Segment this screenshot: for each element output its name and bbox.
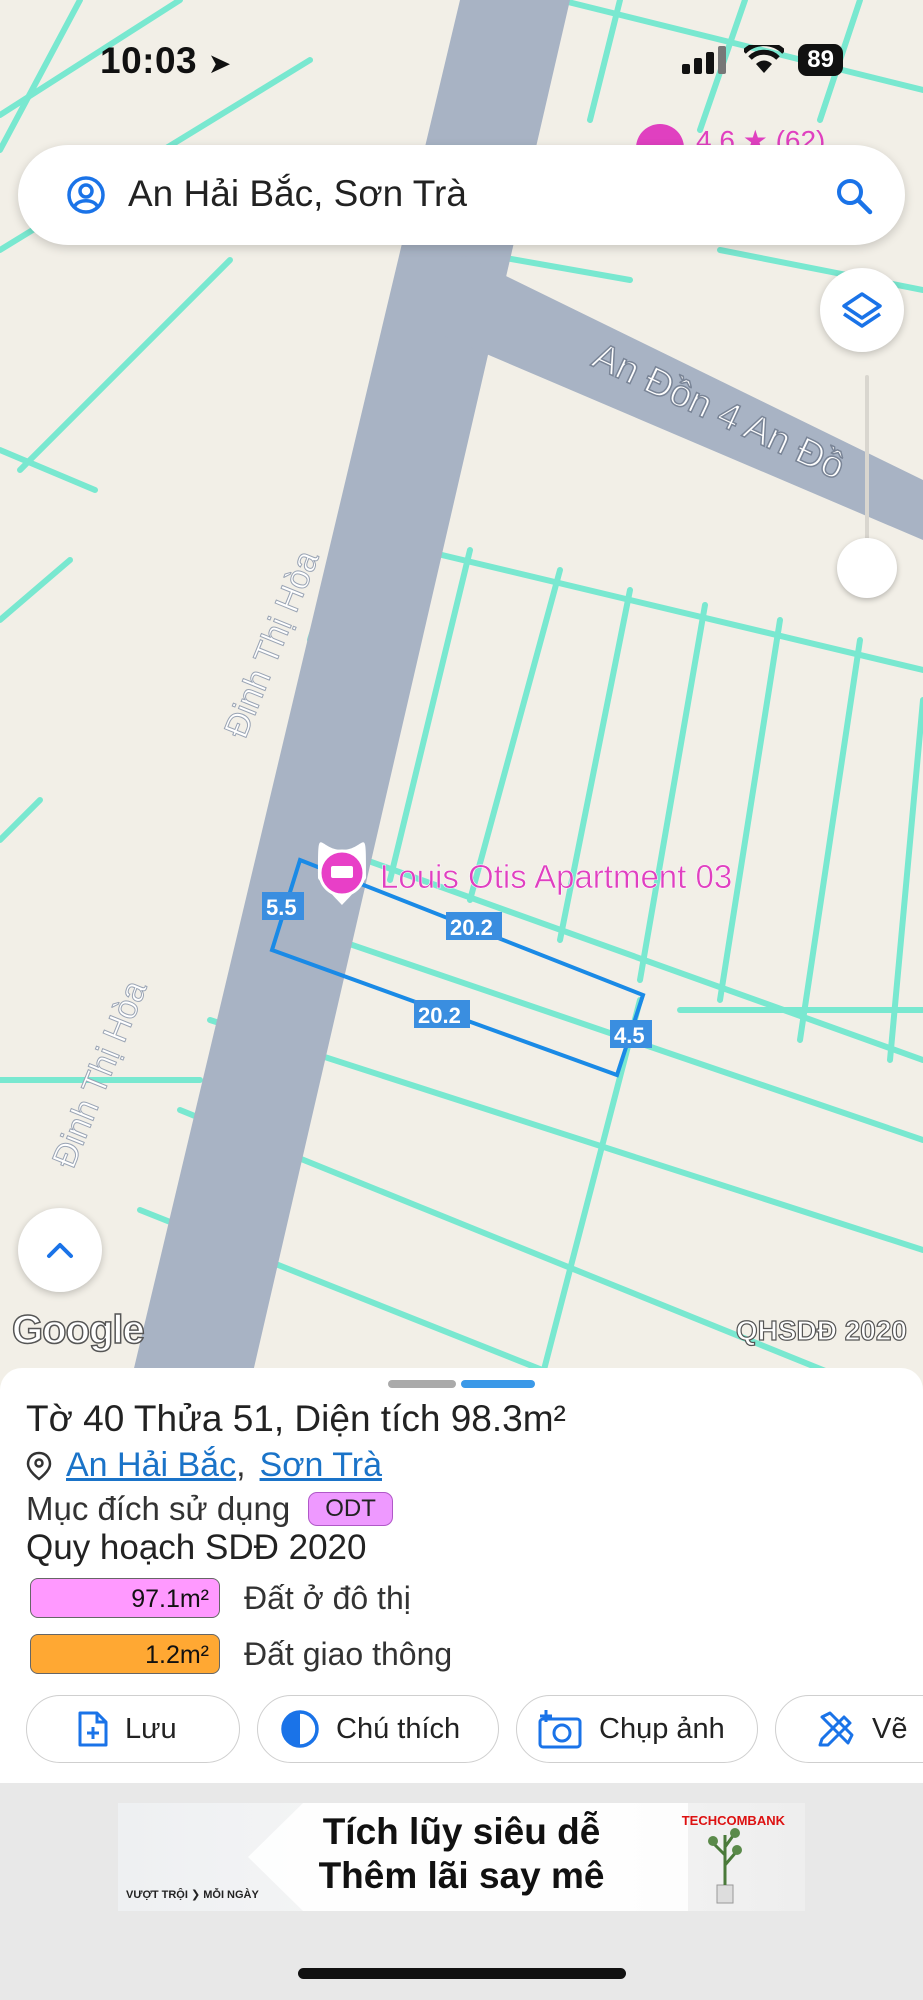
layers-button[interactable] [820, 268, 904, 352]
dim-top: 20.2 [450, 915, 493, 940]
signal-icon [682, 46, 727, 74]
ward-link[interactable]: An Hải Bắc [66, 1446, 236, 1485]
search-bar[interactable]: An Hải Bắc, Sơn Trà [18, 145, 905, 245]
time-text: 10:03 [100, 40, 198, 81]
parcel-info-sheet: Tờ 40 Thửa 51, Diện tích 98.3m² An Hải B… [0, 1368, 923, 1783]
land-use-purpose: Mục đích sử dụng ODT [26, 1490, 393, 1528]
chevron-up-icon [47, 1243, 73, 1258]
save-label: Lưu [125, 1712, 177, 1745]
photo-button[interactable]: Chụp ảnh [516, 1695, 758, 1763]
search-input[interactable]: An Hải Bắc, Sơn Trà [128, 173, 467, 215]
google-logo: Google [11, 1307, 145, 1353]
draw-label: Vẽ [872, 1712, 908, 1745]
draw-button[interactable]: Vẽ [775, 1695, 923, 1763]
zone-row: 97.1m² Đất ở đô thị [30, 1578, 411, 1618]
legend-label: Chú thích [336, 1712, 461, 1745]
dim-right: 4.5 [614, 1023, 645, 1048]
legend-button[interactable]: Chú thích [257, 1695, 499, 1763]
expand-up-button[interactable] [18, 1208, 102, 1292]
location-arrow-icon: ➤ [207, 48, 232, 79]
plan-label: Quy hoạch SDĐ 2020 [26, 1528, 367, 1567]
dim-left: 5.5 [266, 895, 297, 920]
dim-bottom: 20.2 [418, 1003, 461, 1028]
battery-indicator: 89 [798, 44, 843, 76]
photo-label: Chụp ảnh [599, 1712, 725, 1745]
poi-name[interactable]: Louis Otis Apartment 03 [380, 858, 733, 896]
sheet-handle-right[interactable] [461, 1380, 535, 1388]
district-link[interactable]: Sơn Trà [260, 1446, 382, 1485]
purpose-code-badge: ODT [308, 1492, 393, 1526]
status-icons: 89 [682, 44, 843, 76]
search-icon[interactable] [835, 177, 873, 215]
sheet-handle-left[interactable] [388, 1380, 456, 1388]
opacity-slider-track[interactable] [865, 375, 869, 555]
purpose-label: Mục đích sử dụng [26, 1490, 291, 1527]
location-separator: , [236, 1446, 246, 1484]
ad-slogan: VƯỢT TRỘI ❯ MỖI NGÀY [126, 1889, 259, 1901]
layer-year-label: QHSDĐ 2020 [735, 1314, 907, 1346]
add-file-icon [78, 1711, 108, 1747]
zone-row: 1.2m² Đất giao thông [30, 1634, 452, 1674]
plant-icon [708, 1828, 742, 1904]
half-circle-icon [281, 1710, 319, 1748]
hotel-icon [331, 866, 353, 878]
camera-plus-icon [538, 1710, 582, 1749]
zone-area-bar: 97.1m² [30, 1578, 220, 1618]
status-bar: 10:03 ➤ 89 [0, 0, 923, 120]
status-time: 10:03 ➤ [100, 40, 232, 82]
location-pin-icon [26, 1451, 52, 1481]
zone-label: Đất giao thông [244, 1635, 453, 1672]
parcel-title: Tờ 40 Thửa 51, Diện tích 98.3m² [26, 1398, 566, 1439]
home-indicator[interactable] [298, 1968, 626, 1979]
ad-banner[interactable]: Tích lũy siêu dễ Thêm lãi say mê TECHCOM… [118, 1803, 805, 1911]
parcel-location: An Hải Bắc , Sơn Trà [26, 1446, 382, 1485]
zone-label: Đất ở đô thị [244, 1579, 411, 1616]
draw-tools-icon [818, 1711, 854, 1747]
save-button[interactable]: Lưu [26, 1695, 240, 1763]
zone-area-bar: 1.2m² [30, 1634, 220, 1674]
action-row: Lưu Chú thích Chụp ảnh Vẽ [0, 1695, 923, 1765]
opacity-slider-thumb[interactable] [837, 538, 897, 598]
account-icon[interactable] [66, 175, 106, 215]
layers-icon [842, 292, 882, 328]
wifi-icon [744, 45, 785, 73]
